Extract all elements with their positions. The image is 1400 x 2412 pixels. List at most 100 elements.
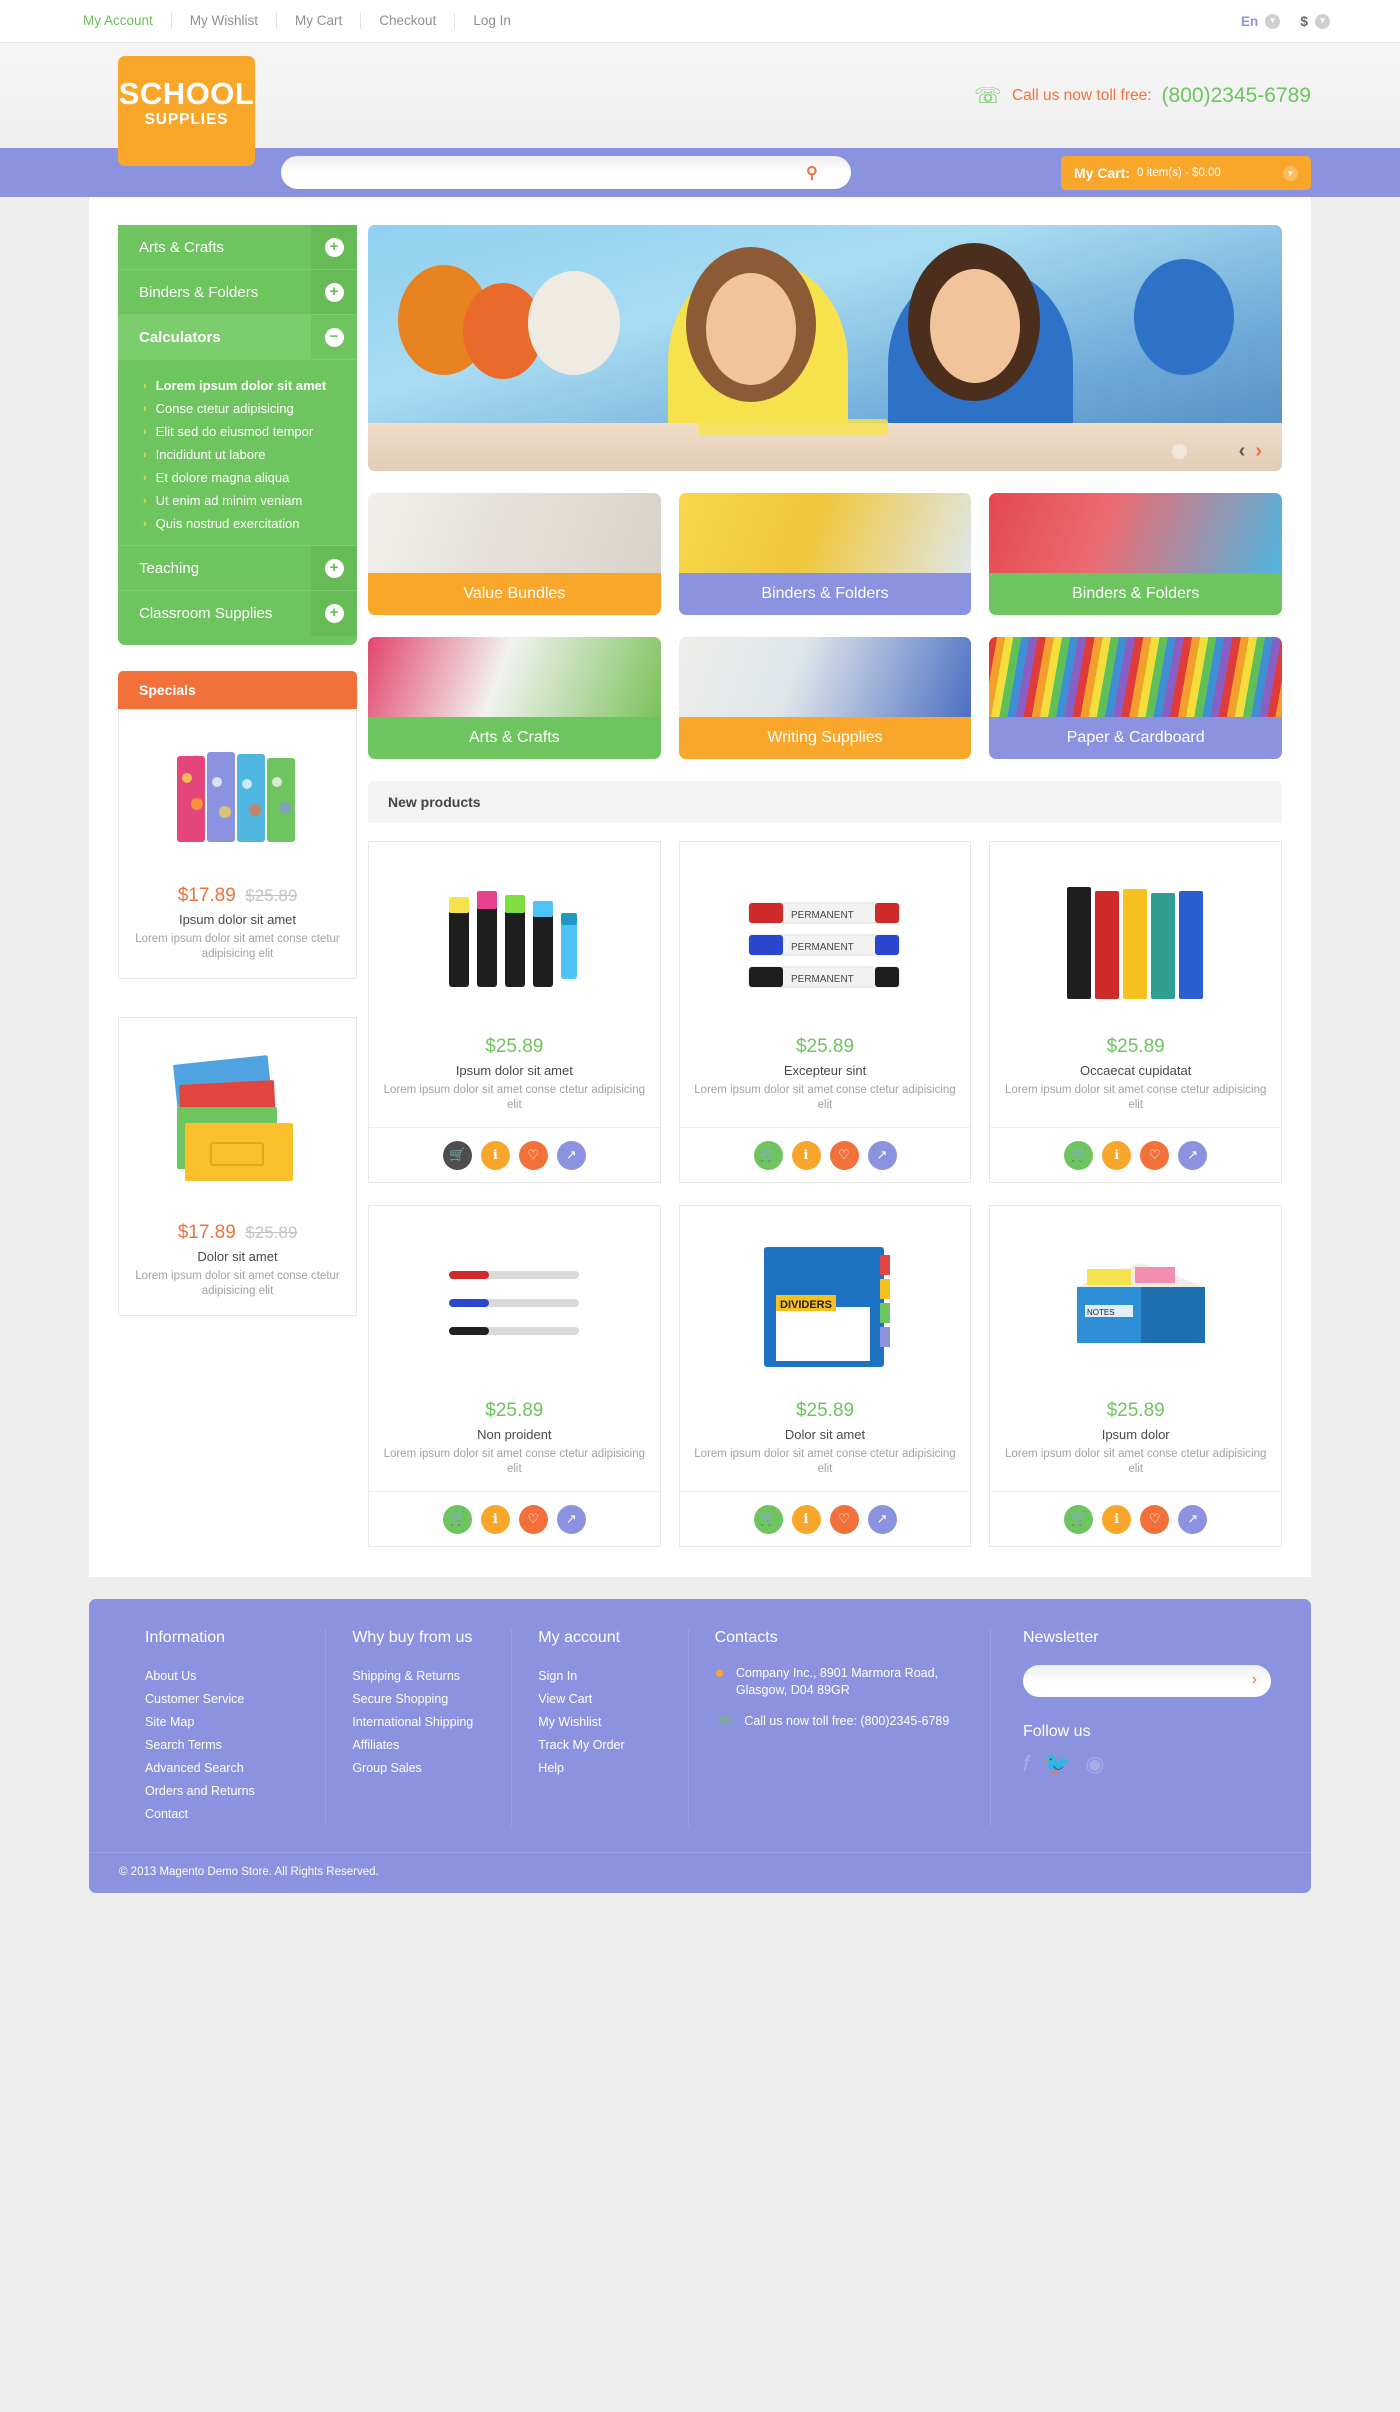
product-name[interactable]: Dolor sit amet xyxy=(131,1249,344,1264)
sidebar-item-classroom-supplies[interactable]: Classroom Supplies + xyxy=(118,591,357,636)
heart-icon[interactable]: ♡ xyxy=(1140,1140,1170,1170)
hero-next-chevron-right-icon[interactable]: › xyxy=(1255,440,1262,463)
compare-icon[interactable]: ↗ xyxy=(867,1140,897,1170)
product-card[interactable]: $25.89 Occaecat cupidatat Lorem ipsum do… xyxy=(989,841,1283,1183)
product-card[interactable]: DIVIDERS $25.89 Dolor sit amet Lorem ips… xyxy=(678,1205,972,1547)
mini-cart[interactable]: My Cart: 0 item(s) - $0.00 ▼ xyxy=(1061,156,1311,190)
cart-chevron-down-icon[interactable]: ▼ xyxy=(1283,165,1298,181)
footer-link[interactable]: Contact xyxy=(145,1803,299,1826)
submenu-item[interactable]: › Et dolore magna aliqua xyxy=(118,466,357,489)
category-tile-value-bundles[interactable]: Value Bundles xyxy=(368,493,661,615)
info-icon[interactable]: ℹ xyxy=(791,1140,821,1170)
product-card[interactable]: PERMANENT PERMANENT PERMANENT $25.89 Exc… xyxy=(678,841,972,1183)
hero-slider[interactable]: ‹ › xyxy=(368,225,1282,471)
expand-plus-icon[interactable]: + xyxy=(311,546,357,590)
sidebar-item-arts-crafts[interactable]: Arts & Crafts + xyxy=(118,225,357,270)
top-link-my-wishlist[interactable]: My Wishlist xyxy=(172,13,278,29)
footer-link[interactable]: Secure Shopping xyxy=(352,1688,485,1711)
heart-icon[interactable]: ♡ xyxy=(518,1140,548,1170)
search-icon[interactable]: ⚲ xyxy=(806,163,818,183)
footer-link[interactable]: Sign In xyxy=(538,1665,661,1688)
hero-pager-dot[interactable] xyxy=(1171,444,1187,459)
category-tile-binders-folders-2[interactable]: Binders & Folders xyxy=(989,493,1283,615)
info-icon[interactable]: ℹ xyxy=(480,1140,510,1170)
add-to-cart-icon[interactable]: 🛒 xyxy=(1064,1504,1094,1534)
footer-link[interactable]: Affiliates xyxy=(352,1734,485,1757)
product-name[interactable]: Non proident xyxy=(383,1427,646,1442)
sidebar-item-teaching[interactable]: Teaching + xyxy=(118,546,357,591)
footer-link[interactable]: Help xyxy=(538,1757,661,1780)
top-link-checkout[interactable]: Checkout xyxy=(361,13,456,29)
category-tile-arts-crafts[interactable]: Arts & Crafts xyxy=(368,637,661,759)
footer-link[interactable]: About Us xyxy=(145,1665,299,1688)
specials-product-card[interactable]: $17.89 $25.89 Ipsum dolor sit amet Lorem… xyxy=(118,709,357,979)
footer-link[interactable]: Customer Service xyxy=(145,1688,299,1711)
footer-link[interactable]: International Shipping xyxy=(352,1711,485,1734)
product-card[interactable]: $25.89 Non proident Lorem ipsum dolor si… xyxy=(368,1205,661,1547)
category-tile-paper-cardboard[interactable]: Paper & Cardboard xyxy=(989,637,1283,759)
sidebar-item-calculators[interactable]: Calculators − xyxy=(118,315,357,360)
facebook-icon[interactable]: 𝑓 xyxy=(1023,1751,1030,1777)
hero-prev-chevron-left-icon[interactable]: ‹ xyxy=(1239,440,1246,463)
info-icon[interactable]: ℹ xyxy=(480,1504,510,1534)
collapse-minus-icon[interactable]: − xyxy=(311,315,357,359)
add-to-cart-icon[interactable]: 🛒 xyxy=(753,1140,783,1170)
add-to-cart-icon[interactable]: 🛒 xyxy=(442,1140,472,1170)
footer-link[interactable]: View Cart xyxy=(538,1688,661,1711)
search-input[interactable] xyxy=(281,156,851,189)
expand-plus-icon[interactable]: + xyxy=(311,270,357,314)
add-to-cart-icon[interactable]: 🛒 xyxy=(1064,1140,1094,1170)
footer-link[interactable]: Track My Order xyxy=(538,1734,661,1757)
product-name[interactable]: Dolor sit amet xyxy=(694,1427,957,1442)
newsletter-email-input[interactable] xyxy=(1023,1665,1271,1697)
top-link-my-cart[interactable]: My Cart xyxy=(277,13,362,29)
rss-icon[interactable]: ◉ xyxy=(1085,1751,1104,1777)
add-to-cart-icon[interactable]: 🛒 xyxy=(442,1504,472,1534)
heart-icon[interactable]: ♡ xyxy=(1140,1504,1170,1534)
add-to-cart-icon[interactable]: 🛒 xyxy=(753,1504,783,1534)
submenu-item[interactable]: › Ut enim ad minim veniam xyxy=(118,489,357,512)
heart-icon[interactable]: ♡ xyxy=(829,1504,859,1534)
language-label[interactable]: En xyxy=(1241,14,1258,29)
expand-plus-icon[interactable]: + xyxy=(311,225,357,269)
heart-icon[interactable]: ♡ xyxy=(829,1140,859,1170)
product-name[interactable]: Ipsum dolor xyxy=(1004,1427,1267,1442)
footer-link[interactable]: Orders and Returns xyxy=(145,1780,299,1803)
newsletter-submit-chevron-right-icon[interactable]: › xyxy=(1252,1671,1257,1689)
site-logo[interactable]: SCHOOL SUPPLIES xyxy=(118,56,255,166)
info-icon[interactable]: ℹ xyxy=(791,1504,821,1534)
featured-product-card[interactable]: $17.89 $25.89 Dolor sit amet Lorem ipsum… xyxy=(118,1017,357,1316)
product-name[interactable]: Excepteur sint xyxy=(694,1063,957,1078)
footer-link[interactable]: Advanced Search xyxy=(145,1757,299,1780)
footer-link[interactable]: My Wishlist xyxy=(538,1711,661,1734)
info-icon[interactable]: ℹ xyxy=(1102,1140,1132,1170)
product-name[interactable]: Ipsum dolor sit amet xyxy=(383,1063,646,1078)
sidebar-item-binders-folders[interactable]: Binders & Folders + xyxy=(118,270,357,315)
expand-plus-icon[interactable]: + xyxy=(311,591,357,636)
compare-icon[interactable]: ↗ xyxy=(556,1140,586,1170)
category-tile-binders-folders-1[interactable]: Binders & Folders xyxy=(678,493,972,615)
submenu-item[interactable]: › Incididunt ut labore xyxy=(118,443,357,466)
product-name[interactable]: Occaecat cupidatat xyxy=(1004,1063,1267,1078)
category-tile-writing-supplies[interactable]: Writing Supplies xyxy=(678,637,972,759)
product-card[interactable]: NOTES $25.89 Ipsum dolor Lorem ipsum dol… xyxy=(989,1205,1283,1547)
submenu-item[interactable]: › Quis nostrud exercitation xyxy=(118,512,357,535)
compare-icon[interactable]: ↗ xyxy=(556,1504,586,1534)
currency-label[interactable]: $ xyxy=(1300,13,1308,29)
footer-link[interactable]: Shipping & Returns xyxy=(352,1665,485,1688)
footer-link[interactable]: Group Sales xyxy=(352,1757,485,1780)
compare-icon[interactable]: ↗ xyxy=(1178,1140,1208,1170)
submenu-item[interactable]: › Elit sed do eiusmod tempor xyxy=(118,420,357,443)
twitter-icon[interactable]: 🐦 xyxy=(1044,1751,1071,1777)
top-link-my-account[interactable]: My Account xyxy=(83,13,172,29)
top-link-log-in[interactable]: Log In xyxy=(455,13,529,29)
compare-icon[interactable]: ↗ xyxy=(1178,1504,1208,1534)
currency-chevron-down-icon[interactable]: ▼ xyxy=(1315,13,1330,29)
product-name[interactable]: Ipsum dolor sit amet xyxy=(131,912,344,927)
footer-link[interactable]: Search Terms xyxy=(145,1734,299,1757)
submenu-item[interactable]: › Conse ctetur adipisicing xyxy=(118,397,357,420)
heart-icon[interactable]: ♡ xyxy=(518,1504,548,1534)
language-chevron-down-icon[interactable]: ▼ xyxy=(1265,13,1281,29)
compare-icon[interactable]: ↗ xyxy=(867,1504,897,1534)
info-icon[interactable]: ℹ xyxy=(1102,1504,1132,1534)
